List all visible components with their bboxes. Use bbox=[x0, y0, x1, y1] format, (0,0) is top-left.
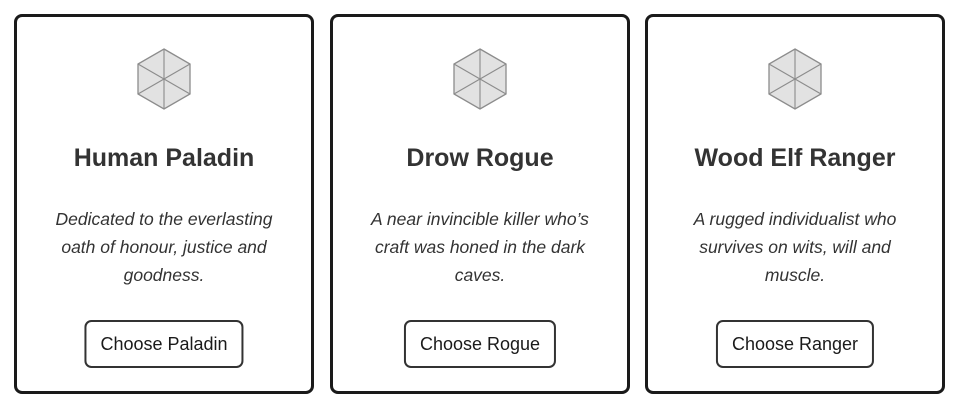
card-drow-rogue: Drow Rogue A near invincible killer who’… bbox=[330, 14, 630, 394]
card-human-paladin: Human Paladin Dedicated to the everlasti… bbox=[14, 14, 314, 394]
placeholder-cube-icon bbox=[767, 47, 823, 111]
card-wood-elf-ranger: Wood Elf Ranger A rugged individualist w… bbox=[645, 14, 945, 394]
card-description: A rugged individualist who survives on w… bbox=[693, 209, 897, 285]
placeholder-cube-icon bbox=[452, 47, 508, 111]
card-title: Wood Elf Ranger bbox=[694, 144, 896, 172]
card-description: A near invincible killer who’s craft was… bbox=[371, 209, 589, 285]
card-title: Drow Rogue bbox=[406, 144, 554, 172]
choose-rogue-button[interactable]: Choose Rogue bbox=[403, 320, 557, 368]
character-card-list: Human Paladin Dedicated to the everlasti… bbox=[0, 0, 960, 412]
placeholder-cube-icon bbox=[136, 47, 192, 111]
choose-ranger-button[interactable]: Choose Ranger bbox=[715, 320, 875, 368]
choose-paladin-button[interactable]: Choose Paladin bbox=[84, 320, 244, 368]
card-title: Human Paladin bbox=[73, 144, 255, 172]
card-description: Dedicated to the everlasting oath of hon… bbox=[55, 209, 273, 285]
